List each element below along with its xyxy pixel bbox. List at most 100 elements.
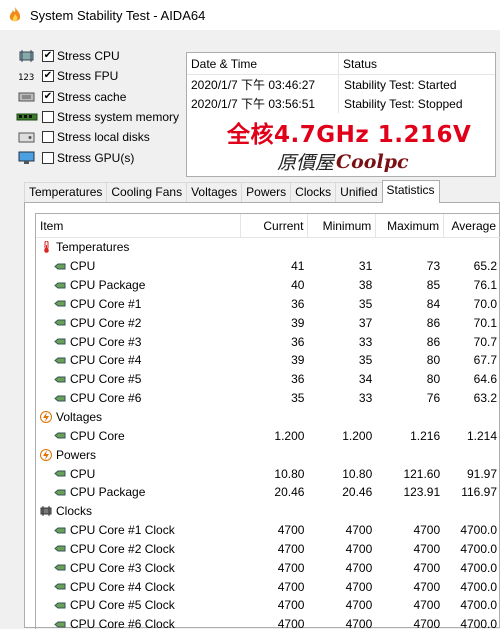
sensor-leaf-icon (54, 545, 66, 552)
disk-icon (18, 132, 35, 143)
table-header: Item Current Minimum Maximum Average (36, 214, 500, 238)
table-row[interactable]: CPU Package 40 38 85 76.1 (36, 276, 500, 295)
tab-cooling-fans[interactable]: Cooling Fans (106, 182, 188, 202)
table-row[interactable]: CPU Core #6 35 33 76 63.2 (36, 389, 500, 408)
tab-statistics[interactable]: Statistics (381, 180, 440, 203)
cache-icon (18, 92, 35, 102)
table-row[interactable]: CPU Core #2 Clock 4700 4700 4700 4700.0 (36, 540, 500, 559)
maximum-value: 86 (426, 315, 441, 330)
average-value: 4700.0 (460, 579, 498, 594)
table-row[interactable]: CPU Core 1.200 1.200 1.216 1.214 (36, 426, 500, 445)
stress-option-row[interactable]: Stress local disks (0, 127, 185, 147)
current-value: 39 (291, 315, 305, 330)
table-row[interactable]: CPU 41 31 73 65.2 (36, 257, 500, 276)
lightning-icon (40, 411, 52, 424)
sensor-leaf-icon (54, 338, 66, 345)
monitor-icon (18, 151, 35, 164)
table-row[interactable]: CPU Core #2 39 37 86 70.1 (36, 313, 500, 332)
table-row[interactable]: CPU Core #1 Clock 4700 4700 4700 4700.0 (36, 521, 500, 540)
sensor-leaf-icon (54, 564, 66, 571)
group-row[interactable]: Clocks (36, 502, 500, 521)
average-value: 116.97 (461, 485, 498, 500)
average-value: 76.1 (473, 278, 498, 293)
group-row[interactable]: Powers (36, 445, 500, 464)
table-row[interactable]: CPU Core #5 36 34 80 64.6 (36, 370, 500, 389)
col-maximum[interactable]: Maximum (376, 214, 445, 237)
logo-chinese-text: 原價屋 (277, 152, 335, 174)
log-col-status[interactable]: Status (339, 57, 377, 71)
stress-checkbox[interactable] (42, 151, 54, 164)
col-current[interactable]: Current (241, 214, 309, 237)
stress-checkbox[interactable]: ✔ (42, 70, 54, 83)
table-row[interactable]: CPU Core #5 Clock 4700 4700 4700 4700.0 (36, 596, 500, 615)
row-name: CPU Core #1 Clock (70, 523, 175, 538)
current-value: 4700 (277, 617, 305, 629)
sensor-leaf-icon (54, 470, 66, 477)
logo-brand-text: Coolpc (336, 150, 409, 173)
memory-icon (16, 113, 38, 121)
stress-checkbox[interactable] (42, 111, 54, 124)
stress-option-row[interactable]: ✔ Stress CPU (0, 46, 185, 66)
maximum-value: 1.216 (410, 428, 441, 443)
minimum-value: 4700 (345, 617, 373, 629)
sensor-leaf-icon (54, 583, 66, 590)
maximum-value: 80 (426, 353, 441, 368)
maximum-value: 85 (426, 278, 441, 293)
stress-option-row[interactable]: ✔ Stress cache (0, 87, 185, 107)
minimum-value: 31 (358, 259, 373, 274)
row-name: CPU Core #5 (70, 372, 142, 387)
stress-checkbox[interactable]: ✔ (42, 90, 54, 103)
row-item: CPU (36, 467, 241, 481)
col-item[interactable]: Item (36, 214, 241, 237)
col-average[interactable]: Average (444, 214, 500, 237)
fpu-icon: 123 (18, 73, 34, 83)
minimum-value: 35 (358, 353, 373, 368)
tab-powers[interactable]: Powers (241, 182, 292, 202)
table-row[interactable]: CPU Package 20.46 20.46 123.91 116.97 (36, 483, 500, 502)
group-cell: Powers (36, 448, 241, 462)
col-minimum[interactable]: Minimum (308, 214, 377, 237)
row-name: CPU Package (70, 485, 146, 500)
stress-option-row[interactable]: Stress GPU(s) (0, 147, 185, 167)
minimum-value: 33 (358, 391, 373, 406)
minimum-value: 35 (358, 296, 373, 311)
maximum-value: 4700 (413, 598, 441, 613)
table-row[interactable]: CPU Core #4 39 35 80 67.7 (36, 351, 500, 370)
average-value: 64.6 (473, 372, 498, 387)
maximum-value: 4700 (413, 523, 441, 538)
stress-checkbox[interactable] (42, 131, 54, 144)
stress-option-row[interactable]: 123 ✔ Stress FPU (0, 66, 185, 86)
table-row[interactable]: CPU Core #1 36 35 84 70.0 (36, 295, 500, 314)
group-row[interactable]: Temperatures (36, 238, 500, 257)
log-row[interactable]: 2020/1/7 下午 03:46:27 Stability Test: Star… (187, 75, 495, 94)
row-name: CPU (70, 466, 96, 481)
stress-checkbox[interactable]: ✔ (42, 50, 54, 63)
stress-options: ✔ Stress CPU 123 ✔ Stress FPU ✔ Stress cache St… (0, 46, 185, 168)
table-row[interactable]: CPU Core #4 Clock 4700 4700 4700 4700.0 (36, 577, 500, 596)
current-value: 36 (291, 334, 305, 349)
minimum-value: 33 (358, 334, 373, 349)
tab-voltages[interactable]: Voltages (186, 182, 243, 202)
tab-clocks[interactable]: Clocks (290, 182, 337, 202)
table-row[interactable]: CPU Core #3 Clock 4700 4700 4700 4700.0 (36, 558, 500, 577)
tab-unified[interactable]: Unified (335, 182, 383, 202)
table-row[interactable]: CPU Core #3 36 33 86 70.7 (36, 332, 500, 351)
table-row[interactable]: CPU Core #6 Clock 4700 4700 4700 4700.0 (36, 615, 500, 629)
group-row[interactable]: Voltages (36, 408, 500, 427)
thermometer-icon (44, 241, 49, 254)
table-row[interactable]: CPU 10.80 10.80 121.60 91.97 (36, 464, 500, 483)
average-value: 70.1 (473, 315, 498, 330)
minimum-value: 4700 (345, 579, 373, 594)
sensor-leaf-icon (54, 357, 66, 364)
stress-option-row[interactable]: Stress system memory (0, 107, 185, 127)
group-name: Clocks (56, 504, 93, 519)
log-row[interactable]: 2020/1/7 下午 03:56:51 Stability Test: Stop… (187, 94, 495, 113)
minimum-value: 38 (358, 278, 373, 293)
tab-temperatures[interactable]: Temperatures (24, 182, 108, 202)
flame-app-icon (9, 7, 21, 22)
current-value: 4700 (277, 541, 305, 556)
row-name: CPU Core #4 (70, 353, 142, 368)
log-col-datetime[interactable]: Date & Time (187, 53, 339, 74)
minimum-value: 4700 (345, 598, 373, 613)
statistics-table: Item Current Minimum Maximum Average Tem… (35, 213, 500, 629)
